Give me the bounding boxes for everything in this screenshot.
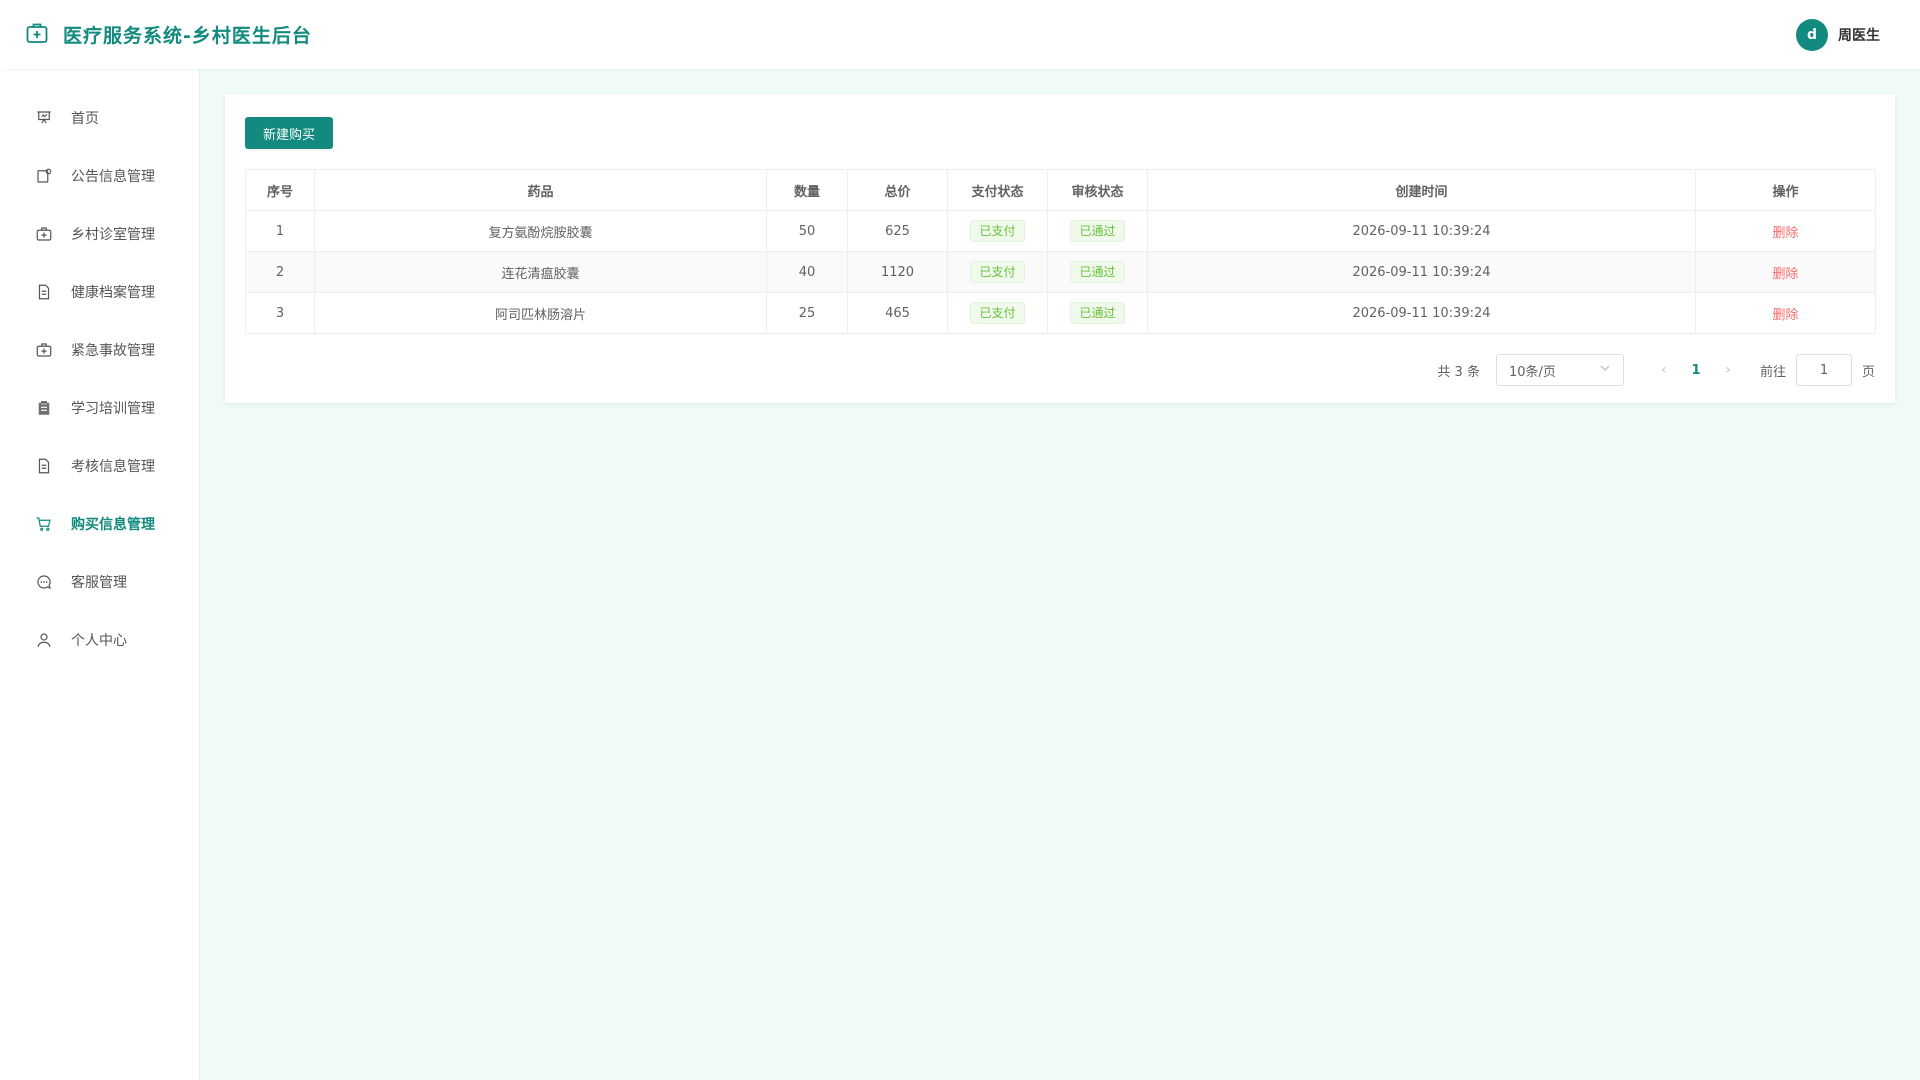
pay-status-badge: 已支付 <box>970 302 1025 324</box>
cell-drug: 连花清瘟胶囊 <box>314 251 767 293</box>
sidebar-item-customer-service[interactable]: 客服管理 <box>0 553 199 611</box>
table-row: 3 阿司匹林肠溶片 25 465 已支付 已通过 2026-09-11 10:3… <box>245 292 1876 334</box>
delete-link[interactable]: 删除 <box>1772 267 1798 282</box>
next-page-button[interactable]: › <box>1712 362 1744 378</box>
page-suffix: 页 <box>1861 364 1875 380</box>
sidebar-item-emergency[interactable]: 紧急事故管理 <box>0 321 199 379</box>
cell-total: 465 <box>847 292 948 334</box>
page-number-current[interactable]: 1 <box>1680 363 1712 378</box>
sidebar-item-label: 客服管理 <box>71 575 127 591</box>
total-count: 共 3 条 <box>1437 364 1480 380</box>
sidebar-item-training[interactable]: 学习培训管理 <box>0 379 199 437</box>
sidebar-item-label: 紧急事故管理 <box>71 343 155 359</box>
cell-total: 625 <box>847 210 948 252</box>
sidebar-item-notice[interactable]: 公告信息管理 <box>0 147 199 205</box>
col-header: 创建时间 <box>1147 169 1696 211</box>
col-header: 序号 <box>245 169 315 211</box>
audit-status-badge: 已通过 <box>1070 220 1125 242</box>
top-header: 医疗服务系统-乡村医生后台 d 周医生 <box>0 0 1920 69</box>
page-size-value: 10条/页 <box>1508 364 1556 380</box>
pay-status-badge: 已支付 <box>970 261 1025 283</box>
cell-created: 2026-09-11 10:39:24 <box>1147 292 1696 334</box>
audit-status-badge: 已通过 <box>1070 261 1125 283</box>
chat-icon <box>37 575 51 590</box>
cell-created: 2026-09-11 10:39:24 <box>1147 210 1696 252</box>
sidebar-item-label: 首页 <box>71 111 99 127</box>
cart-icon <box>36 517 51 531</box>
document-icon <box>38 458 50 474</box>
app-title: 医疗服务系统-乡村医生后台 <box>63 25 312 47</box>
sidebar-item-assessment[interactable]: 考核信息管理 <box>0 437 199 495</box>
notice-icon <box>37 168 52 183</box>
pay-status-badge: 已支付 <box>970 220 1025 242</box>
sidebar-item-profile[interactable]: 个人中心 <box>0 611 199 669</box>
cell-drug: 阿司匹林肠溶片 <box>314 292 767 334</box>
table-row: 1 复方氨酚烷胺胶囊 50 625 已支付 已通过 2026-09-11 10:… <box>245 210 1876 252</box>
sidebar-item-clinic[interactable]: 乡村诊室管理 <box>0 205 199 263</box>
cell-drug: 复方氨酚烷胺胶囊 <box>314 210 767 252</box>
first-aid-icon <box>36 343 52 357</box>
purchase-table: 序号 药品 数量 总价 支付状态 审核状态 创建时间 操作 1 复方氨酚烷胺胶囊… <box>245 169 1876 334</box>
medical-kit-icon <box>36 227 52 241</box>
sidebar: 首页 公告信息管理 乡村诊室管理 健康档案管理 紧急事故管理 学习培训管理 考核… <box>0 69 200 1080</box>
cell-total: 1120 <box>847 251 948 293</box>
username[interactable]: 周医生 <box>1838 25 1880 45</box>
document-icon <box>38 284 50 300</box>
page-size-select[interactable]: 10条/页 <box>1495 354 1624 386</box>
cell-no: 3 <box>245 292 315 334</box>
sidebar-item-purchase[interactable]: 购买信息管理 <box>0 495 199 553</box>
col-header: 操作 <box>1695 169 1876 211</box>
main-panel: 新建购买 序号 药品 数量 总价 支付状态 审核状态 创建时间 操作 1 复方氨… <box>225 94 1895 403</box>
clipboard-icon <box>38 401 50 415</box>
table-row: 2 连花清瘟胶囊 40 1120 已支付 已通过 2026-09-11 10:3… <box>245 251 1876 293</box>
pagination: 共 3 条 10条/页 ‹ 1 › 前往 页 <box>245 354 1875 386</box>
sidebar-item-label: 学习培训管理 <box>71 401 155 417</box>
sidebar-item-label: 健康档案管理 <box>71 285 155 301</box>
user-menu[interactable]: d 周医生 <box>1796 18 1880 51</box>
chevron-down-icon <box>1599 362 1611 378</box>
user-icon <box>37 633 51 647</box>
avatar[interactable]: d <box>1796 18 1828 51</box>
cell-qty: 50 <box>766 210 848 252</box>
sidebar-item-label: 乡村诊室管理 <box>71 227 155 243</box>
delete-link[interactable]: 删除 <box>1772 226 1798 241</box>
prev-page-button[interactable]: ‹ <box>1648 362 1680 378</box>
goto-label: 前往 <box>1759 364 1786 380</box>
medical-kit-icon <box>25 21 49 49</box>
cell-created: 2026-09-11 10:39:24 <box>1147 251 1696 293</box>
delete-link[interactable]: 删除 <box>1772 308 1798 323</box>
audit-status-badge: 已通过 <box>1070 302 1125 324</box>
cell-qty: 40 <box>766 251 848 293</box>
presentation-icon <box>37 111 51 124</box>
brand: 医疗服务系统-乡村医生后台 <box>25 21 312 49</box>
sidebar-item-health-records[interactable]: 健康档案管理 <box>0 263 199 321</box>
sidebar-item-label: 考核信息管理 <box>71 459 155 475</box>
table-header-row: 序号 药品 数量 总价 支付状态 审核状态 创建时间 操作 <box>245 169 1876 211</box>
col-header: 药品 <box>314 169 767 211</box>
col-header: 数量 <box>766 169 848 211</box>
cell-no: 1 <box>245 210 315 252</box>
sidebar-item-label: 购买信息管理 <box>71 517 155 533</box>
sidebar-item-label: 公告信息管理 <box>71 169 155 185</box>
goto-page-input[interactable] <box>1795 354 1852 386</box>
sidebar-item-label: 个人中心 <box>71 633 127 649</box>
col-header: 支付状态 <box>947 169 1048 211</box>
cell-qty: 25 <box>766 292 848 334</box>
sidebar-item-home[interactable]: 首页 <box>0 89 199 147</box>
col-header: 总价 <box>847 169 948 211</box>
cell-no: 2 <box>245 251 315 293</box>
new-purchase-button[interactable]: 新建购买 <box>245 117 333 149</box>
col-header: 审核状态 <box>1047 169 1148 211</box>
